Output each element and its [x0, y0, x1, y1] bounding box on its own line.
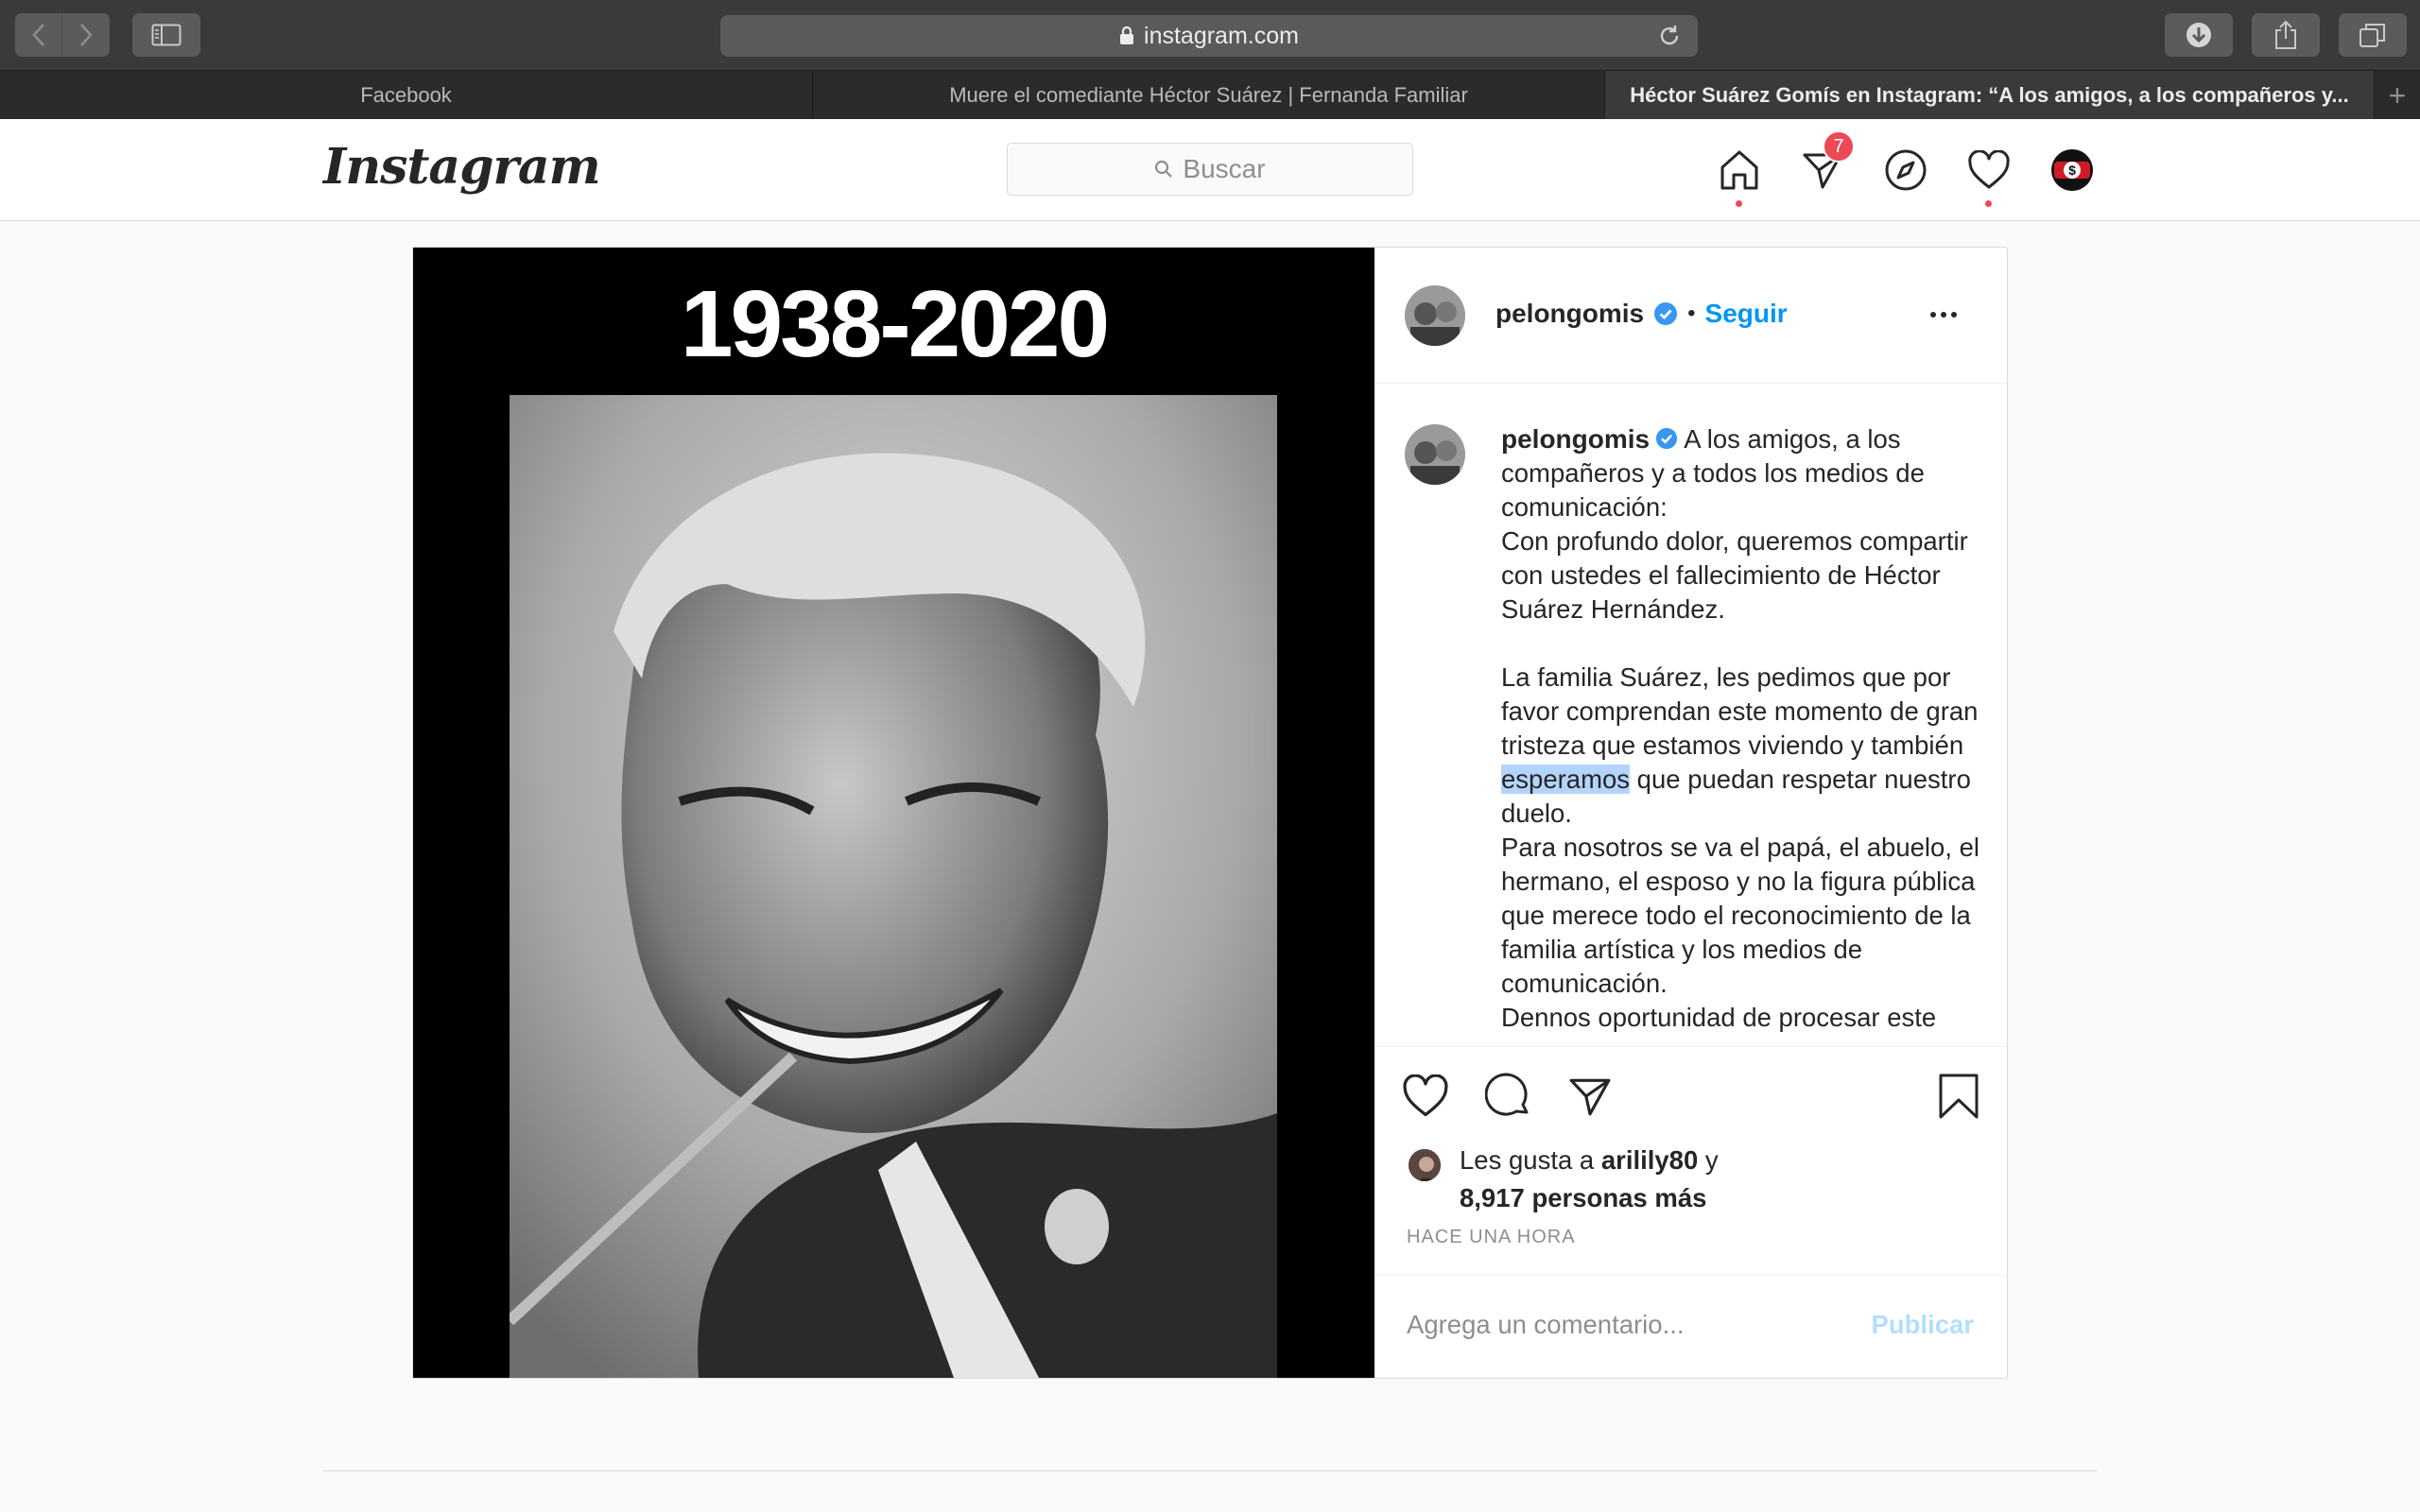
direct-button[interactable]: 7 — [1798, 130, 1855, 195]
liker-username[interactable]: arilily80 — [1601, 1145, 1698, 1175]
likes-summary: Les gusta a arilily80 y 8,917 personas m… — [1407, 1142, 1719, 1217]
home-icon — [1720, 150, 1758, 190]
separator-dot: • — [1687, 301, 1696, 326]
share-icon — [2275, 20, 2296, 49]
heart-icon — [1968, 150, 2010, 189]
explore-button[interactable] — [1881, 146, 1930, 195]
chevron-left-icon — [31, 24, 44, 46]
post-card: 1938-2020 pelongomis • Seguir pelongomis… — [412, 247, 2008, 1379]
explore-icon — [1885, 149, 1927, 191]
bookmark-icon — [1939, 1074, 1979, 1119]
likes-prefix: Les gusta a — [1460, 1145, 1601, 1175]
likes-count[interactable]: 8,917 personas más — [1407, 1179, 1719, 1217]
search-icon — [1155, 160, 1173, 178]
likes-line: Les gusta a arilily80 y — [1407, 1142, 1719, 1179]
lock-icon — [1120, 26, 1134, 44]
verified-icon — [1654, 302, 1678, 325]
browser-toolbar: instagram.com — [0, 0, 2420, 70]
sidebar-icon — [151, 24, 182, 46]
caption-selected-text: esperamos — [1501, 765, 1631, 794]
post-sidebar: pelongomis • Seguir pelongomis A los ami… — [1374, 248, 2008, 1378]
tab-facebook[interactable]: Facebook — [0, 71, 813, 120]
like-button[interactable] — [1399, 1070, 1452, 1123]
portrait-photo — [510, 395, 1277, 1378]
more-icon — [1941, 312, 1946, 318]
avatar[interactable] — [1405, 285, 1465, 346]
direct-icon — [1569, 1078, 1611, 1116]
profile-avatar-icon: $ — [2051, 149, 2093, 191]
direct-badge: 7 — [1823, 130, 1855, 163]
more-icon — [1951, 312, 1957, 318]
publish-button[interactable]: Publicar — [1871, 1310, 1974, 1340]
post-author-row: pelongomis • Seguir — [1495, 299, 1788, 329]
reload-icon — [1660, 26, 1679, 45]
comment-button[interactable] — [1482, 1070, 1535, 1123]
follow-button[interactable]: Seguir — [1705, 299, 1788, 329]
share-button[interactable] — [2252, 13, 2320, 57]
back-button[interactable] — [15, 13, 62, 57]
search-input[interactable]: Buscar — [1007, 143, 1413, 196]
sidebar-button[interactable] — [132, 13, 200, 57]
caption-text-rest: que puedan respetar nuestro duelo. Para … — [1501, 765, 1980, 1032]
likes-connector: y — [1698, 1145, 1719, 1175]
comment-icon — [1485, 1073, 1529, 1116]
username-link[interactable]: pelongomis — [1495, 299, 1644, 329]
add-comment-box: Agrega un comentario... Publicar — [1374, 1275, 2008, 1378]
avatar-image — [1405, 424, 1465, 485]
notification-dot — [1985, 200, 1992, 207]
post-header: pelongomis • Seguir — [1374, 248, 2008, 384]
address-bar[interactable]: instagram.com — [720, 15, 1698, 57]
tab-label: Héctor Suárez Gomís en Instagram: “A los… — [1630, 83, 2349, 107]
more-options-button[interactable] — [1930, 312, 1957, 318]
url-text: instagram.com — [1144, 22, 1299, 49]
share-post-button[interactable] — [1564, 1070, 1616, 1123]
post-caption: pelongomis A los amigos, a los compañero… — [1501, 422, 1985, 1035]
tab-label: Facebook — [360, 83, 452, 107]
profile-avatar[interactable]: $ — [2048, 146, 2097, 195]
forward-button[interactable] — [62, 13, 110, 57]
liker-avatar[interactable] — [1407, 1147, 1443, 1183]
post-actions-area: Les gusta a arilily80 y 8,917 personas m… — [1374, 1046, 2008, 1275]
search-placeholder: Buscar — [1183, 154, 1266, 183]
tab-instagram[interactable]: Héctor Suárez Gomís en Instagram: “A los… — [1605, 71, 2375, 120]
tab-label: Muere el comediante Héctor Suárez | Fern… — [949, 83, 1468, 107]
tabs-icon — [2360, 24, 2385, 47]
caption-username[interactable]: pelongomis — [1501, 424, 1650, 454]
footer-divider — [323, 1470, 2097, 1471]
avatar-image — [1405, 285, 1465, 346]
plus-icon: + — [2388, 77, 2407, 112]
photo-title: 1938-2020 — [680, 271, 1110, 377]
back-forward-group — [15, 13, 110, 57]
tab-fernanda-familiar[interactable]: Muere el comediante Héctor Suárez | Fern… — [813, 71, 1605, 120]
downloads-button[interactable] — [2165, 13, 2233, 57]
notification-dot — [1736, 200, 1742, 207]
avatar[interactable] — [1405, 424, 1465, 485]
comment-input[interactable]: Agrega un comentario... — [1407, 1310, 1685, 1340]
instagram-logo[interactable]: Instagram — [323, 138, 601, 196]
svg-text:$: $ — [2068, 163, 2076, 178]
download-icon — [2187, 23, 2211, 47]
more-icon — [1930, 312, 1936, 318]
chevron-right-icon — [80, 24, 93, 46]
tab-bar: Facebook Muere el comediante Héctor Suár… — [0, 70, 2420, 120]
reload-button[interactable] — [1656, 23, 1683, 56]
instagram-header: Instagram Buscar 7 $ — [0, 119, 2420, 221]
caption-text: A los amigos, a los compañeros y a todos… — [1501, 424, 1979, 760]
heart-icon — [1403, 1074, 1448, 1117]
post-timestamp[interactable]: HACE UNA HORA — [1407, 1227, 1576, 1248]
post-photo[interactable]: 1938-2020 — [413, 248, 1374, 1378]
save-button[interactable] — [1932, 1070, 1985, 1123]
tabs-overview-button[interactable] — [2339, 13, 2407, 57]
verified-icon — [1656, 427, 1678, 449]
home-button[interactable] — [1715, 146, 1764, 207]
new-tab-button[interactable]: + — [2375, 71, 2420, 120]
activity-button[interactable] — [1964, 146, 2014, 207]
